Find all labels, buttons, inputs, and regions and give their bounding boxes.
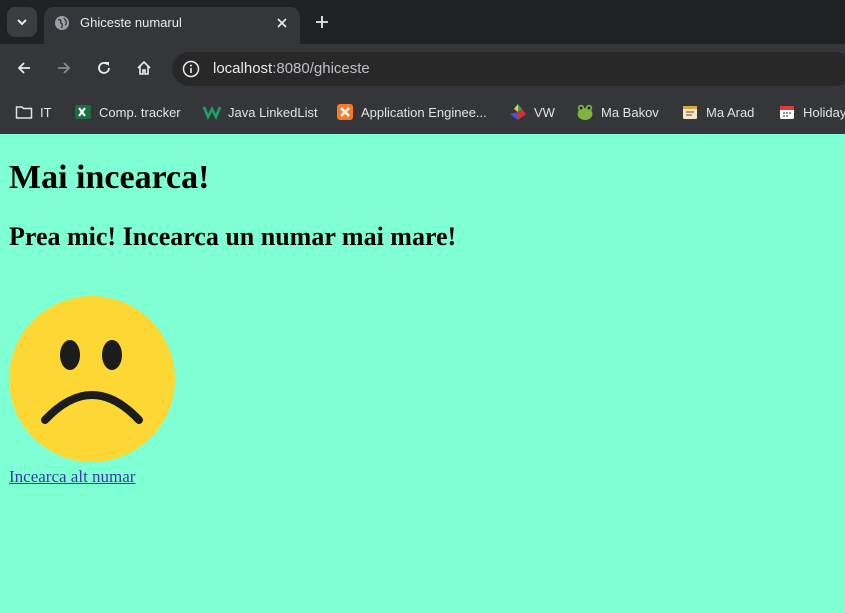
try-another-number-link[interactable]: Incearca alt numar bbox=[9, 467, 135, 487]
bookmark-label: Comp. tracker bbox=[99, 104, 181, 120]
tab-search-button[interactable] bbox=[7, 7, 37, 37]
bookmark-it[interactable]: IT bbox=[15, 102, 52, 122]
url-path: :8080/ghiceste bbox=[272, 60, 370, 77]
sad-face-icon bbox=[9, 296, 175, 462]
browser-toolbar: localhost:8080/ghiceste bbox=[0, 44, 845, 92]
diamond-icon bbox=[510, 104, 526, 120]
url-host: localhost bbox=[213, 60, 273, 77]
active-tab[interactable]: Ghiceste numarul bbox=[44, 7, 300, 44]
page-content: Mai incearca! Prea mic! Incearca un numa… bbox=[0, 134, 845, 613]
folder-icon bbox=[15, 106, 33, 119]
bookmark-label: VW bbox=[534, 104, 555, 120]
face-circle bbox=[9, 296, 175, 462]
new-tab-button[interactable] bbox=[310, 10, 334, 34]
bookmark-label: Holiday bbox=[803, 104, 845, 120]
w-icon bbox=[203, 106, 221, 121]
bookmark-java-linkedlist[interactable]: Java LinkedList bbox=[203, 102, 318, 122]
arrow-right-icon bbox=[58, 62, 71, 74]
tab-title: Ghiceste numarul bbox=[80, 15, 182, 30]
address-bar[interactable]: localhost:8080/ghiceste bbox=[172, 52, 845, 86]
result-message: Prea mic! Incearca un numar mai mare! bbox=[9, 222, 457, 251]
info-icon[interactable] bbox=[182, 60, 200, 78]
reload-icon bbox=[98, 62, 110, 74]
notepad-icon bbox=[683, 106, 697, 119]
tab-strip: Ghiceste numarul bbox=[0, 0, 845, 44]
bookmark-application-engineer[interactable]: Application Enginee... bbox=[336, 102, 487, 122]
globe-icon bbox=[55, 16, 69, 30]
calendar-icon bbox=[780, 106, 794, 119]
bookmark-comp-tracker[interactable]: Comp. tracker bbox=[74, 102, 181, 122]
page-heading: Mai incearca! bbox=[9, 159, 210, 196]
close-tab-button[interactable] bbox=[273, 14, 291, 32]
chevron-down-icon bbox=[17, 19, 27, 26]
bookmark-label: IT bbox=[40, 104, 52, 120]
arrow-left-icon bbox=[17, 62, 30, 74]
bookmark-label: Java LinkedList bbox=[228, 104, 318, 120]
home-button[interactable] bbox=[132, 56, 156, 80]
excel-icon bbox=[75, 105, 91, 119]
bookmark-ma-bakov[interactable]: Ma Bakov bbox=[576, 102, 659, 122]
url-text: localhost:8080/ghiceste bbox=[213, 60, 370, 77]
right-eye bbox=[102, 340, 122, 370]
bookmark-ma-arad[interactable]: Ma Arad bbox=[681, 102, 754, 122]
home-icon bbox=[137, 60, 151, 75]
back-button[interactable] bbox=[12, 56, 36, 80]
bookmark-label: Ma Arad bbox=[706, 104, 755, 120]
xampp-icon bbox=[337, 104, 353, 120]
bookmark-vw[interactable]: VW bbox=[509, 102, 555, 122]
forward-button[interactable] bbox=[52, 56, 76, 80]
bookmark-label: Application Enginee... bbox=[361, 104, 487, 120]
left-eye bbox=[60, 340, 80, 370]
frog-icon bbox=[577, 104, 593, 120]
plus-icon bbox=[316, 16, 328, 28]
bookmark-label: Ma Bakov bbox=[601, 104, 659, 120]
bookmarks-bar: IT Comp. tracker Java LinkedList Applica… bbox=[0, 92, 845, 134]
close-icon bbox=[277, 18, 287, 28]
bookmark-holiday[interactable]: Holiday bbox=[778, 102, 845, 122]
reload-button[interactable] bbox=[92, 56, 116, 80]
